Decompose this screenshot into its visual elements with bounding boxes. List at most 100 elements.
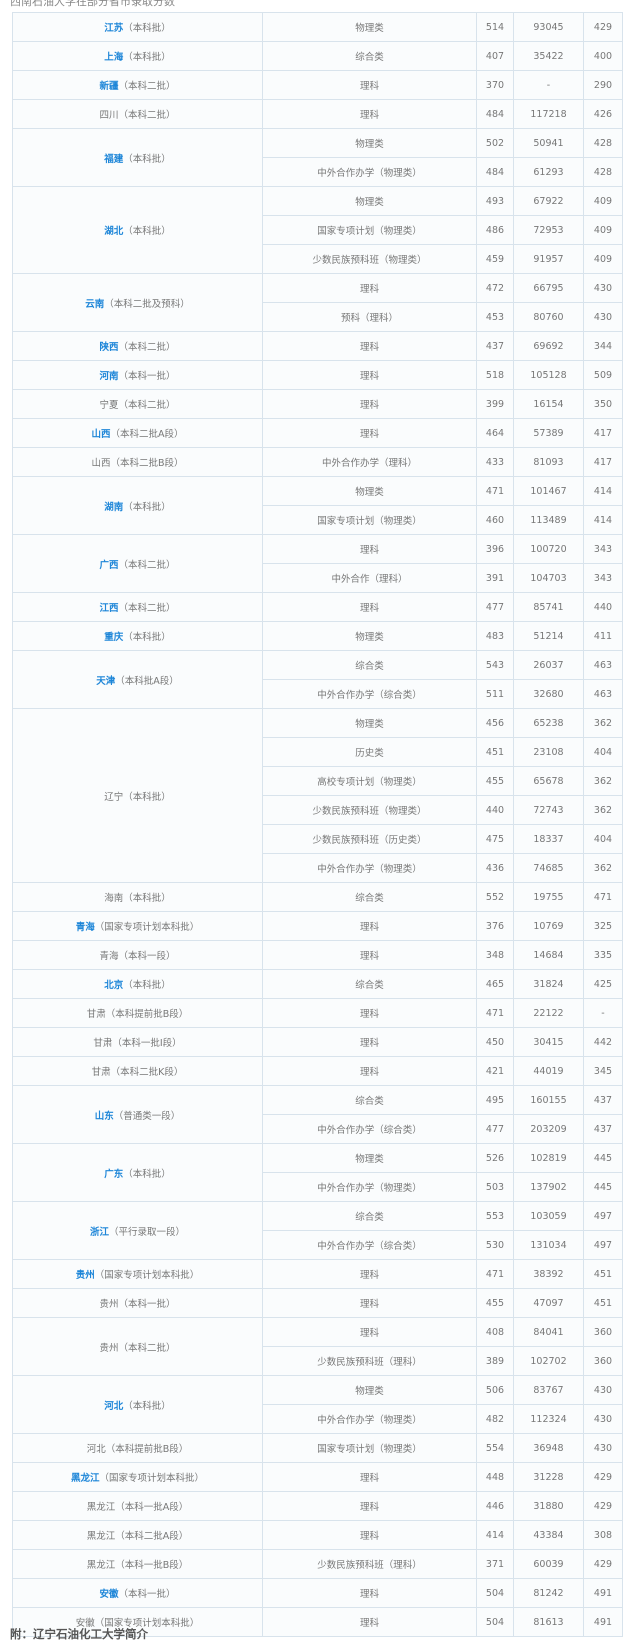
- batch-line-cell: 409: [583, 186, 623, 216]
- province-link[interactable]: 安徽: [99, 1589, 118, 1600]
- province-link[interactable]: 河南: [99, 371, 118, 382]
- min-score-cell: 486: [476, 215, 514, 245]
- province-link[interactable]: 江苏: [104, 23, 123, 34]
- province-cell[interactable]: 广西（本科二批）: [12, 534, 263, 593]
- category-cell: 理科: [262, 1056, 477, 1086]
- min-score-cell: 506: [476, 1375, 514, 1405]
- province-cell[interactable]: 天津（本科批A段）: [12, 650, 263, 709]
- rank-cell: 102702: [513, 1346, 584, 1376]
- batch-line-cell: 426: [583, 99, 623, 129]
- min-score-cell: 526: [476, 1143, 514, 1173]
- batch-line-cell: 343: [583, 534, 623, 564]
- rank-cell: 84041: [513, 1317, 584, 1347]
- batch-line-cell: 404: [583, 824, 623, 854]
- province-cell[interactable]: 上海（本科批）: [12, 41, 263, 71]
- batch-line-cell: 437: [583, 1085, 623, 1115]
- admission-score-table: 江苏（本科批） 物理类 514 93045 429 上海（本科批） 综合类 407 35422 4…: [12, 12, 623, 1637]
- province-link[interactable]: 云南: [85, 299, 104, 310]
- province-link[interactable]: 重庆: [104, 632, 123, 643]
- min-score-cell: 471: [476, 476, 514, 506]
- province-link[interactable]: 江西: [99, 603, 118, 614]
- min-score-cell: 511: [476, 679, 514, 709]
- rank-cell: 102819: [513, 1143, 584, 1173]
- score-table-body: 江苏（本科批） 物理类 514 93045 429 上海（本科批） 综合类 407 35422 4…: [12, 12, 623, 1637]
- province-cell[interactable]: 湖北（本科批）: [12, 186, 263, 274]
- min-score-cell: 472: [476, 273, 514, 303]
- province-link[interactable]: 新疆: [99, 81, 118, 92]
- rank-cell: 65238: [513, 708, 584, 738]
- province-link[interactable]: 湖南: [104, 502, 123, 513]
- category-cell: 少数民族预科班（理科）: [262, 1549, 477, 1579]
- category-cell: 理科: [262, 1607, 477, 1637]
- province-link[interactable]: 北京: [104, 980, 123, 991]
- min-score-cell: 471: [476, 998, 514, 1028]
- province-name: 四川: [99, 110, 119, 121]
- category-cell: 理科: [262, 331, 477, 361]
- table-row: 安徽（本科一批） 理科 504 81242 491: [12, 1578, 623, 1608]
- min-score-cell: 460: [476, 505, 514, 535]
- rank-cell: 74685: [513, 853, 584, 883]
- table-row: 天津（本科批A段） 综合类 543 26037 463: [12, 650, 623, 709]
- batch-note: （本科提前批B段）: [105, 1009, 189, 1020]
- batch-note: （本科批）: [123, 153, 171, 165]
- table-row: 云南（本科二批及预科） 理科 472 66795 430: [12, 273, 623, 332]
- province-cell: 辽宁（本科批）: [12, 708, 263, 883]
- province-link[interactable]: 黑龙江: [71, 1473, 100, 1484]
- province-cell[interactable]: 黑龙江（国家专项计划本科批）: [12, 1462, 263, 1492]
- province-cell[interactable]: 河南（本科一批）: [12, 360, 263, 390]
- province-cell[interactable]: 陕西（本科二批）: [12, 331, 263, 361]
- province-cell[interactable]: 云南（本科二批及预科）: [12, 273, 263, 332]
- rank-cell: 69692: [513, 331, 584, 361]
- table-row: 浙江（平行录取一段） 综合类 553 103059 497: [12, 1201, 623, 1260]
- min-score-cell: 455: [476, 766, 514, 796]
- min-score-cell: 456: [476, 708, 514, 738]
- min-score-cell: 408: [476, 1317, 514, 1347]
- rank-cell: 100720: [513, 534, 584, 564]
- province-link[interactable]: 山西: [91, 429, 110, 440]
- province-cell[interactable]: 湖南（本科批）: [12, 476, 263, 535]
- batch-note: （普通类一段）: [113, 1110, 181, 1122]
- batch-line-cell: 350: [583, 389, 623, 419]
- rank-cell: 160155: [513, 1085, 584, 1115]
- batch-note: （本科二批）: [118, 342, 176, 353]
- batch-line-cell: 463: [583, 679, 623, 709]
- province-link[interactable]: 广东: [104, 1169, 123, 1180]
- province-link[interactable]: 湖北: [104, 226, 123, 237]
- min-score-cell: 453: [476, 302, 514, 332]
- province-link[interactable]: 贵州: [76, 1270, 95, 1281]
- province-link[interactable]: 陕西: [99, 342, 118, 353]
- province-cell[interactable]: 浙江（平行录取一段）: [12, 1201, 263, 1260]
- province-cell[interactable]: 福建（本科批）: [12, 128, 263, 187]
- rank-cell: 14684: [513, 940, 584, 970]
- batch-note: （本科批）: [123, 52, 171, 63]
- province-cell[interactable]: 贵州（国家专项计划本科批）: [12, 1259, 263, 1289]
- rank-cell: 23108: [513, 737, 584, 767]
- province-cell[interactable]: 新疆（本科二批）: [12, 70, 263, 100]
- rank-cell: 31824: [513, 969, 584, 999]
- province-link[interactable]: 福建: [104, 154, 123, 165]
- province-link[interactable]: 山东: [95, 1111, 114, 1122]
- province-name: 宁夏: [99, 400, 119, 411]
- province-cell[interactable]: 河北（本科批）: [12, 1375, 263, 1434]
- province-cell[interactable]: 安徽（本科一批）: [12, 1578, 263, 1608]
- province-link[interactable]: 青海: [76, 922, 95, 933]
- province-link[interactable]: 上海: [104, 52, 123, 63]
- province-cell[interactable]: 重庆（本科批）: [12, 621, 263, 651]
- province-cell[interactable]: 江苏（本科批）: [12, 12, 263, 42]
- batch-line-cell: 414: [583, 505, 623, 535]
- province-link[interactable]: 天津: [96, 676, 115, 687]
- province-cell[interactable]: 青海（国家专项计划本科批）: [12, 911, 263, 941]
- province-cell[interactable]: 山西（本科二批A段）: [12, 418, 263, 448]
- province-cell[interactable]: 江西（本科二批）: [12, 592, 263, 622]
- category-cell: 理科: [262, 1578, 477, 1608]
- province-cell[interactable]: 广东（本科批）: [12, 1143, 263, 1202]
- province-link[interactable]: 浙江: [90, 1227, 109, 1238]
- province-link[interactable]: 河北: [104, 1401, 123, 1412]
- min-score-cell: 504: [476, 1578, 514, 1608]
- min-score-cell: 502: [476, 128, 514, 158]
- province-cell[interactable]: 山东（普通类一段）: [12, 1085, 263, 1144]
- province-link[interactable]: 广西: [99, 560, 118, 571]
- min-score-cell: 553: [476, 1201, 514, 1231]
- table-row: 上海（本科批） 综合类 407 35422 400: [12, 41, 623, 71]
- province-cell[interactable]: 北京（本科批）: [12, 969, 263, 999]
